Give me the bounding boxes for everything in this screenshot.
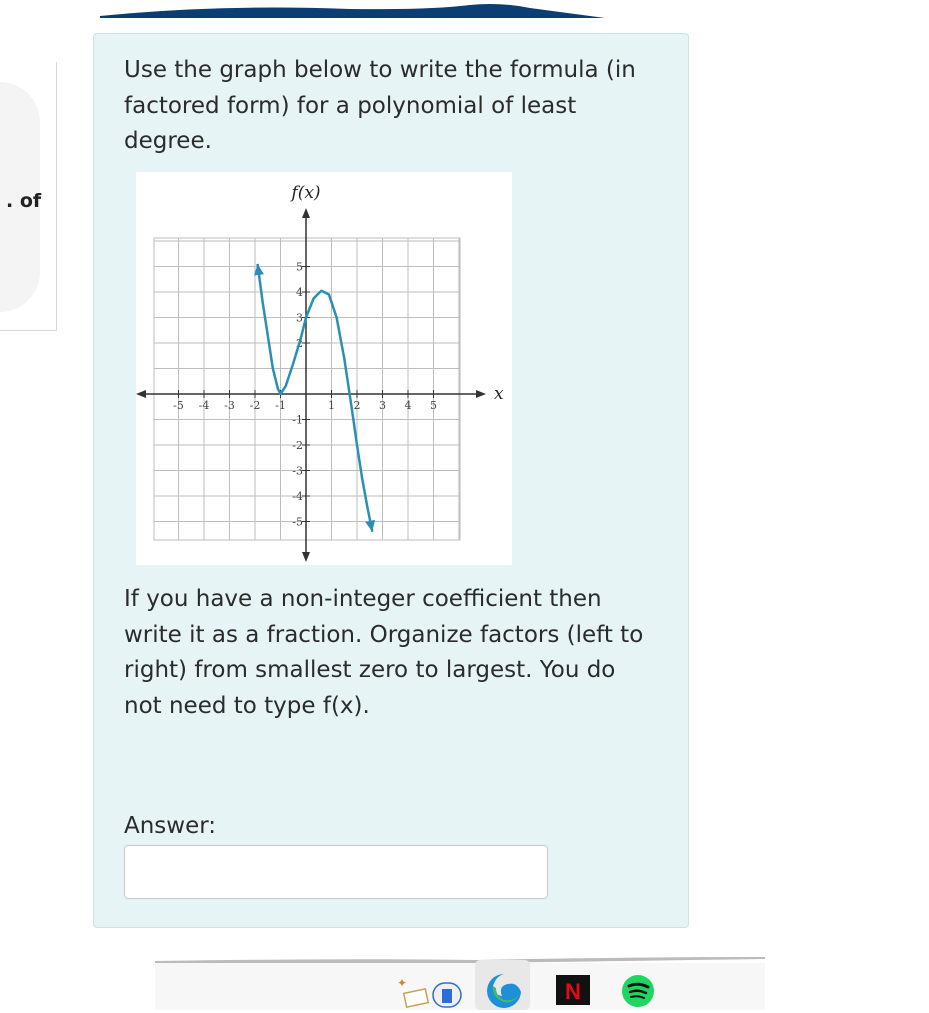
y-tick-label: 4	[296, 286, 303, 299]
svg-text:✦: ✦	[397, 976, 407, 990]
grid-border	[153, 237, 461, 541]
x-axis-label: x	[494, 384, 504, 404]
netflix-icon[interactable]: N	[556, 975, 590, 1009]
x-tick-label: -2	[250, 399, 261, 412]
edge-browser-icon[interactable]	[484, 972, 524, 1012]
question-instructions: If you have a non-integer coefficient th…	[124, 586, 644, 719]
question-card: Use the graph below to write the formula…	[93, 33, 689, 928]
y-tick-label: -3	[292, 465, 303, 478]
y-tick-label: 5	[296, 261, 303, 274]
x-tick-label: -4	[199, 399, 210, 412]
notes-app-icon[interactable]: ✦	[395, 975, 467, 1013]
y-axis-arrow-down	[302, 552, 310, 562]
curve-arrow-end	[365, 519, 376, 532]
y-axis-arrow-up	[302, 208, 310, 218]
x-tick-label: 3	[379, 399, 386, 412]
x-tick-label: -3	[224, 399, 235, 412]
x-tick-label: 4	[405, 399, 412, 412]
y-tick-label: 3	[296, 312, 303, 325]
svg-text:N: N	[565, 979, 581, 1004]
spotify-icon[interactable]	[621, 974, 655, 1012]
top-banner-edge	[100, 4, 605, 18]
graph-grid	[153, 237, 461, 541]
side-panel-label: . of	[6, 190, 42, 212]
y-tick-label: -5	[292, 516, 303, 529]
x-tick-label: 5	[430, 399, 437, 412]
graph-svg: f(x)x -5 -4 -3 -2 -1 1 2 3 4 55432-1-2-3-4-5	[136, 183, 504, 562]
x-axis-arrow-right	[476, 390, 486, 398]
y-axis-label: f(x)	[289, 183, 320, 203]
answer-label: Answer:	[124, 813, 217, 839]
y-tick-label: -1	[292, 414, 303, 427]
x-tick-label: -5	[173, 399, 184, 412]
y-tick-label: -4	[292, 490, 303, 503]
x-tick-label: -1	[275, 399, 286, 412]
x-tick-label: 2	[354, 399, 361, 412]
polynomial-graph: f(x) x -5 -4 -3 -2 -1 1 2 3 4 5 5 4 3 2 -1 -2 -3 -4 -5	[136, 172, 512, 565]
polynomial-curve	[256, 263, 374, 532]
x-tick-label: 1	[328, 399, 335, 412]
x-axis-arrow-left	[136, 390, 146, 398]
y-tick-label: -2	[292, 439, 303, 452]
graph-axes: f(x) x	[136, 183, 504, 562]
question-prompt: Use the graph below to write the formula…	[124, 57, 636, 154]
answer-input[interactable]	[124, 845, 548, 899]
